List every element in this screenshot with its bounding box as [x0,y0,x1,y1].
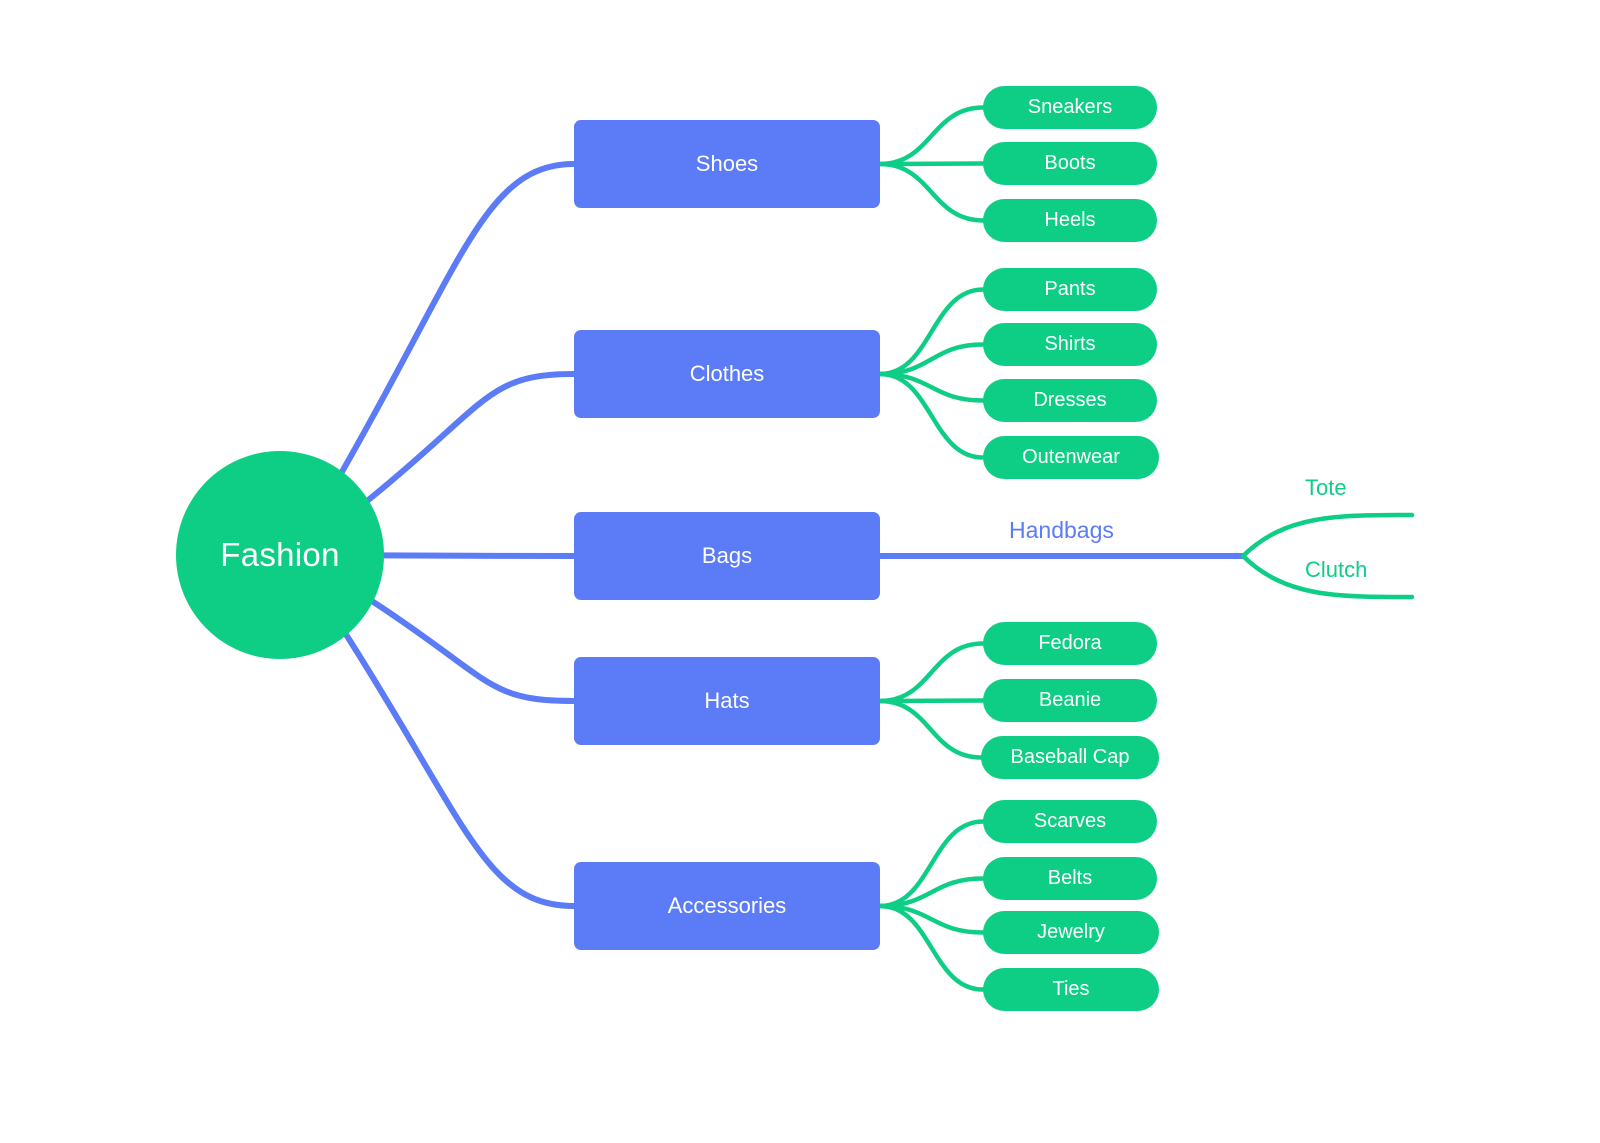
leaf-node-fedora[interactable]: Fedora [983,622,1157,665]
leaf-node-beanie-label: Beanie [1038,689,1102,711]
connector-line [337,161,577,479]
connector-line [341,628,577,909]
leaf-node-jewelry[interactable]: Jewelry [983,911,1159,954]
leaf-node-outenwear[interactable]: Outenwear [983,436,1159,479]
leaf-node-sneakers[interactable]: Sneakers [983,86,1157,129]
leaf-node-boots[interactable]: Boots [983,142,1157,185]
branch-node-accessories[interactable]: Accessories [574,862,880,950]
branch-node-clothes-label: Clothes [689,361,765,386]
branch-node-clothes[interactable]: Clothes [574,330,880,418]
leaf-node-beanie[interactable]: Beanie [983,679,1157,722]
connector-line [1240,512,1415,559]
leaf-node-dresses-label: Dresses [1033,389,1107,411]
connector-line [376,552,577,559]
leaf-node-ties[interactable]: Ties [983,968,1159,1011]
connector-line [877,698,984,760]
leaf-node-fedora-label: Fedora [1038,632,1102,654]
leaf-node-shirts[interactable]: Shirts [983,323,1157,366]
connector-label-handbags[interactable]: Handbags [1009,517,1114,544]
leaf-label-clutch[interactable]: Clutch [1305,557,1367,583]
branch-node-accessories-label: Accessories [667,893,787,918]
branch-node-shoes[interactable]: Shoes [574,120,880,208]
leaf-node-pants[interactable]: Pants [983,268,1157,311]
leaf-node-ties-label: Ties [1052,978,1090,1000]
branch-node-bags[interactable]: Bags [574,512,880,600]
root-node-fashion[interactable]: Fashion [176,451,384,659]
leaf-node-dresses[interactable]: Dresses [983,379,1157,422]
leaf-label-tote[interactable]: Tote [1305,475,1347,501]
branch-node-shoes-label: Shoes [695,151,759,176]
connector-line [877,641,986,704]
connector-line [366,596,577,704]
leaf-node-belts[interactable]: Belts [983,857,1157,900]
leaf-node-jewelry-label: Jewelry [1037,921,1105,943]
leaf-node-boots-label: Boots [1044,152,1096,174]
leaf-node-scarves[interactable]: Scarves [983,800,1157,843]
mindmap-canvas: Fashion Shoes Sneakers Boots Heels Clothes Pan… [0,0,1600,1143]
branch-node-bags-label: Bags [701,543,753,568]
connector-line [877,105,986,167]
connector-line [877,161,986,223]
leaf-node-scarves-label: Scarves [1033,810,1107,832]
connector-line [362,371,577,506]
leaf-node-pants-label: Pants [1044,278,1096,300]
leaf-node-belts-label: Belts [1047,867,1093,889]
leaf-node-shirts-label: Shirts [1044,333,1096,355]
leaf-node-baseball-cap[interactable]: Baseball Cap [981,736,1159,779]
leaf-node-heels[interactable]: Heels [983,199,1157,242]
root-node-fashion-label: Fashion [220,536,340,573]
leaf-node-baseball-cap-label: Baseball Cap [1010,746,1130,768]
leaf-node-heels-label: Heels [1044,209,1096,231]
leaf-node-sneakers-label: Sneakers [1027,96,1113,118]
branch-node-hats[interactable]: Hats [574,657,880,745]
branch-node-hats-label: Hats [704,688,750,713]
leaf-node-outenwear-label: Outenwear [1022,446,1120,468]
